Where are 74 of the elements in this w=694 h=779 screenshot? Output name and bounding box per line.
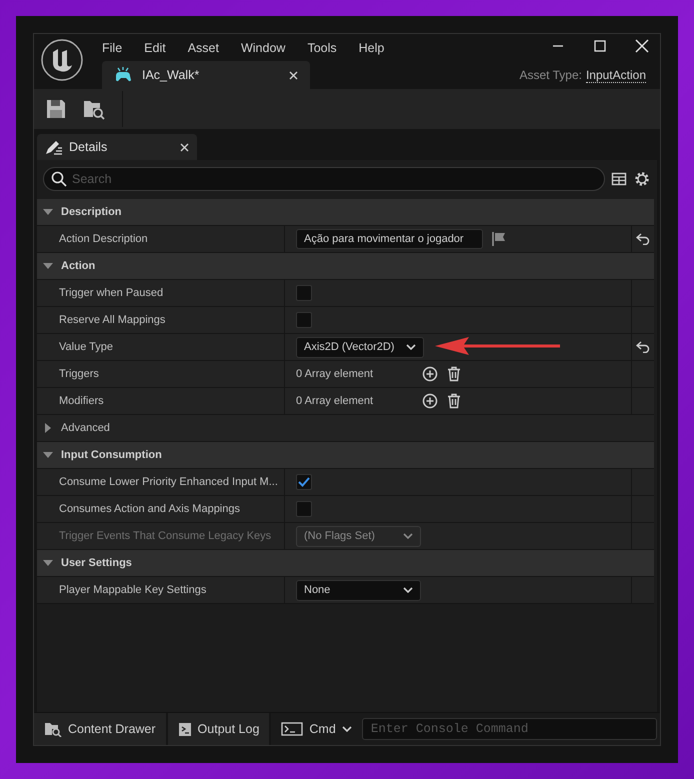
details-tab[interactable]: Details	[37, 134, 197, 160]
asset-type-link[interactable]: InputAction	[586, 68, 646, 82]
checkbox[interactable]	[296, 474, 312, 490]
text-field[interactable]: Ação para movimentar o jogador	[296, 229, 483, 249]
tab-label: IAc_Walk*	[142, 68, 200, 82]
chevron-icon	[342, 726, 352, 732]
save-icon[interactable]	[44, 97, 68, 121]
expanded-arrow-icon[interactable]	[43, 450, 53, 460]
status-bar-button[interactable]: Content Drawer	[34, 713, 168, 745]
property-label: Trigger when Paused	[59, 287, 164, 299]
console-input[interactable]: Enter Console Command	[362, 718, 657, 740]
flag-icon[interactable]	[491, 231, 507, 247]
section-title: User Settings	[61, 557, 132, 569]
reset-arrow-icon[interactable]	[636, 341, 650, 353]
property-label: Trigger Events That Consume Legacy Keys	[59, 530, 272, 542]
section-header[interactable]: Input Consumption	[37, 442, 654, 469]
array-count: 0 Array element	[296, 395, 374, 407]
menu-item[interactable]: Help	[358, 40, 396, 54]
check-icon	[298, 477, 310, 487]
tab-label: Details	[69, 140, 108, 154]
menu-item[interactable]: File	[102, 40, 134, 54]
property-label: Modifiers	[59, 395, 104, 407]
menu-item[interactable]: Tools	[307, 40, 348, 54]
trash-icon[interactable]	[446, 366, 462, 382]
logo-icon[interactable]	[40, 38, 84, 82]
section-header[interactable]: Action	[37, 253, 654, 280]
menu-item[interactable]: Window	[240, 40, 296, 54]
close-icon[interactable]	[180, 142, 189, 152]
settings-icon[interactable]	[633, 170, 651, 188]
close-icon[interactable]	[289, 70, 298, 80]
dropdown[interactable]: Axis2D (Vector2D)	[296, 336, 424, 358]
property-label: Action Description	[59, 233, 148, 245]
search-field[interactable]: Search	[43, 167, 605, 191]
add-icon[interactable]	[422, 366, 438, 382]
chevron-icon	[403, 587, 413, 593]
asset-type-label: Asset Type:	[519, 68, 582, 82]
expanded-arrow-icon[interactable]	[43, 261, 53, 271]
checkbox[interactable]	[296, 312, 312, 328]
trash-icon[interactable]	[446, 393, 462, 409]
table-icon[interactable]	[611, 171, 627, 187]
property-label: Value Type	[59, 341, 114, 353]
folder-search-icon	[44, 721, 62, 737]
status-bar-button[interactable]: Output Log	[168, 713, 272, 745]
section-title: Input Consumption	[61, 449, 162, 461]
property-label: Triggers	[59, 368, 99, 380]
array-count: 0 Array element	[296, 368, 374, 380]
add-icon[interactable]	[422, 393, 438, 409]
gamepad-icon	[114, 67, 132, 83]
log-icon	[178, 721, 192, 737]
terminal-icon	[281, 722, 304, 736]
menu-item[interactable]: Asset	[188, 40, 230, 54]
cmd-button[interactable]: Cmd	[271, 713, 362, 745]
section-header[interactable]: User Settings	[37, 550, 654, 577]
collapsed-arrow-icon[interactable]	[43, 423, 53, 433]
asset-tab[interactable]: IAc_Walk*	[102, 61, 310, 89]
pencil-icon	[45, 139, 63, 155]
chevron-icon	[406, 344, 416, 350]
section-title: Action	[61, 260, 96, 272]
chevron-icon	[403, 533, 413, 539]
checkbox[interactable]	[296, 501, 312, 517]
property-label: Consumes Action and Axis Mappings	[59, 503, 240, 515]
property-label: Reserve All Mappings	[59, 314, 166, 326]
property-label: Player Mappable Key Settings	[59, 584, 206, 596]
search-icon	[51, 171, 67, 187]
section-header[interactable]: Description	[37, 199, 654, 226]
property-label: Consume Lower Priority Enhanced Input M...	[59, 476, 278, 488]
expanded-arrow-icon[interactable]	[43, 207, 53, 217]
dropdown[interactable]: None	[296, 580, 421, 600]
expanded-arrow-icon[interactable]	[43, 558, 53, 568]
reset-arrow-icon[interactable]	[636, 233, 650, 245]
menu-item[interactable]: Edit	[144, 40, 177, 54]
section-title: Description	[61, 206, 122, 218]
group-label[interactable]: Advanced	[61, 422, 110, 434]
checkbox[interactable]	[296, 285, 312, 301]
